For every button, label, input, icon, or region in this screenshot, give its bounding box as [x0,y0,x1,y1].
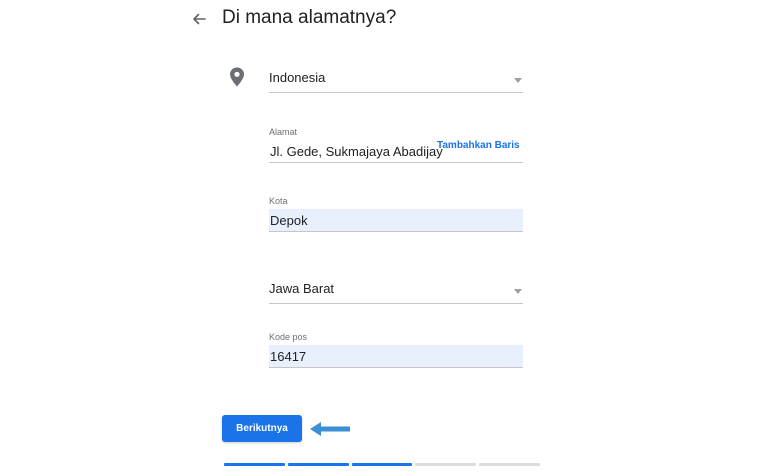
postal-code-input[interactable]: 16417 [269,345,523,368]
progress-segment [287,463,349,466]
progress-segment [479,463,540,466]
back-button[interactable] [188,8,210,30]
step-progress [224,463,540,467]
province-select-value: Jawa Barat [269,281,335,296]
chevron-down-icon [514,78,522,83]
city-label: Kota [269,196,288,206]
progress-segment [351,463,413,466]
progress-segment [224,463,285,466]
province-select[interactable]: Jawa Barat [269,279,523,304]
postal-code-label: Kode pos [269,332,308,342]
chevron-down-icon [514,289,522,294]
arrow-left-icon [193,13,206,25]
page-title: Di mana alamatnya? [222,7,397,28]
country-select[interactable]: Indonesia [269,68,523,93]
country-select-value: Indonesia [269,70,326,85]
location-pin-icon [229,67,245,87]
address-input-value: Jl. Gede, Sukmajaya Abadijay [270,144,443,159]
city-input[interactable]: Depok [269,209,523,232]
add-line-link[interactable]: Tambahkan Baris [437,140,520,151]
city-input-value: Depok [270,213,308,228]
next-button[interactable]: Berikutnya [222,415,302,442]
next-button-label: Berikutnya [236,423,288,434]
pointer-arrow-icon [308,420,352,438]
address-label: Alamat [269,127,298,137]
progress-segment [415,463,477,466]
postal-code-input-value: 16417 [270,349,307,364]
